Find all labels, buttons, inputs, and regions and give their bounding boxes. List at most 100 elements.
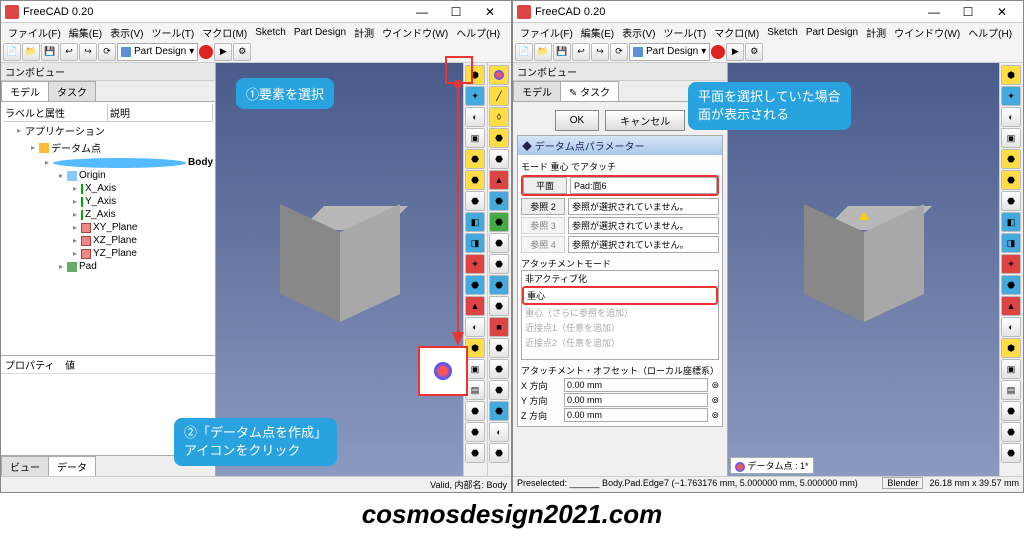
vtool-15[interactable]: ▣ [465,359,485,379]
menu-edit[interactable]: 編集(E) [578,25,617,40]
tree-yz-plane[interactable]: YZ_Plane [73,247,213,260]
x-offset-input[interactable] [564,378,708,392]
vtool2-11[interactable]: ⬣ [489,275,509,295]
menu-measure[interactable]: 計測 [863,25,889,40]
menu-help[interactable]: ヘルプ(H) [453,25,503,40]
record-macro-button[interactable] [199,45,213,59]
tab-task[interactable]: タスク [48,81,96,101]
spinner-icon[interactable]: ⊚ [711,380,719,391]
menu-tools[interactable]: ツール(T) [660,25,709,40]
vtool-10[interactable]: ✦ [1001,254,1021,274]
vtool2-17[interactable]: ⬣ [489,401,509,421]
vtool-4[interactable]: ▣ [1001,128,1021,148]
vtool2-13[interactable]: ■ [489,317,509,337]
minimize-button[interactable]: — [405,1,439,23]
ref4-value[interactable]: 参照が選択されていません。 [568,236,719,253]
vtool-17[interactable]: ⬣ [465,401,485,421]
ref3-button[interactable]: 参照 3 [521,217,565,234]
vtool2-10[interactable]: ⬣ [489,254,509,274]
ref1-button[interactable]: 平面 [523,177,567,194]
menu-sketch[interactable]: Sketch [252,27,289,38]
vtool-9[interactable]: ◨ [1001,233,1021,253]
vtool-1[interactable]: ⬢ [1001,65,1021,85]
vtool2-9[interactable]: ⬣ [489,233,509,253]
mode-inactive[interactable]: 非アクティブ化 [522,271,718,286]
tree-app[interactable]: アプリケーション [17,122,213,139]
menu-file[interactable]: ファイル(F) [517,25,576,40]
vtool2-19[interactable]: ⬣ [489,443,509,463]
undo-button[interactable]: ↩ [572,43,590,61]
menu-macro[interactable]: マクロ(M) [199,25,250,40]
vtool2-6[interactable]: ▲ [489,170,509,190]
vtool-7[interactable]: ⬣ [1001,191,1021,211]
ok-button[interactable]: OK [555,110,599,131]
ref4-button[interactable]: 参照 4 [521,236,565,253]
vtool-15[interactable]: ▣ [1001,359,1021,379]
minimize-button[interactable]: — [917,1,951,23]
vtool-5[interactable]: ⬣ [1001,149,1021,169]
menu-view[interactable]: 表示(V) [619,25,658,40]
3d-viewport[interactable] [216,63,463,476]
menu-partdesign[interactable]: Part Design [291,27,349,38]
attachment-mode-list[interactable]: 非アクティブ化 重心 重心（さらに参照を追加） 近接点1（任意を追加） 近接点2… [521,270,719,360]
save-button[interactable]: 💾 [553,43,571,61]
tree-x-axis[interactable]: X_Axis [73,182,213,195]
mode-proximity2[interactable]: 近接点2（任意を追加） [522,335,718,350]
menu-edit[interactable]: 編集(E) [66,25,105,40]
vtool2-7[interactable]: ⬣ [489,191,509,211]
new-file-button[interactable]: 📄 [3,43,21,61]
menu-help[interactable]: ヘルプ(H) [965,25,1015,40]
open-button[interactable]: 📁 [534,43,552,61]
workbench-selector[interactable]: Part Design ▾ [629,43,710,61]
vtool-14[interactable]: ⬢ [1001,338,1021,358]
tree-origin[interactable]: Origin [59,169,213,182]
menu-view[interactable]: 表示(V) [107,25,146,40]
save-button[interactable]: 💾 [41,43,59,61]
spinner-icon[interactable]: ⊚ [711,395,719,406]
menu-window[interactable]: ウインドウ(W) [379,25,451,40]
maximize-button[interactable]: ☐ [951,1,985,23]
tool-btn-b[interactable]: ⚙ [745,43,763,61]
vtool2-15[interactable]: ⬣ [489,359,509,379]
vtool-16[interactable]: ▤ [1001,380,1021,400]
vtool2-16[interactable]: ⬣ [489,380,509,400]
datum-line-button[interactable]: ╱ [489,86,509,106]
mode-centroid[interactable]: 重心 [522,286,718,305]
vtool-2[interactable]: ✦ [1001,86,1021,106]
undo-button[interactable]: ↩ [60,43,78,61]
redo-button[interactable]: ↪ [591,43,609,61]
refresh-button[interactable]: ⟳ [610,43,628,61]
tool-btn-a[interactable]: ▶ [726,43,744,61]
menu-file[interactable]: ファイル(F) [5,25,64,40]
vtool2-12[interactable]: ⬣ [489,296,509,316]
redo-button[interactable]: ↪ [79,43,97,61]
tab-data[interactable]: データ [48,456,96,476]
vtool-18[interactable]: ⬣ [1001,422,1021,442]
tab-task[interactable]: ✎ タスク [560,81,619,101]
tree-xz-plane[interactable]: XZ_Plane [73,234,213,247]
menu-tools[interactable]: ツール(T) [148,25,197,40]
workbench-selector[interactable]: Part Design ▾ [117,43,198,61]
datum-point-button[interactable] [489,65,509,85]
tree-xy-plane[interactable]: XY_Plane [73,221,213,234]
menu-macro[interactable]: マクロ(M) [711,25,762,40]
tab-model[interactable]: モデル [513,81,561,101]
vtool-17[interactable]: ⬣ [1001,401,1021,421]
vtool-8[interactable]: ◧ [1001,212,1021,232]
ref1-value[interactable]: Pad:面6 [570,177,717,194]
cube-model[interactable] [280,204,400,324]
tree-z-axis[interactable]: Z_Axis [73,208,213,221]
vtool-6[interactable]: ⬣ [1001,170,1021,190]
maximize-button[interactable]: ☐ [439,1,473,23]
vtool2-8[interactable]: ⬣ [489,212,509,232]
ref3-value[interactable]: 参照が選択されていません。 [568,217,719,234]
vtool2-18[interactable]: ◐ [489,422,509,442]
mode-centroid-more[interactable]: 重心（さらに参照を追加） [522,305,718,320]
close-button[interactable]: ✕ [985,1,1019,23]
tab-view[interactable]: ビュー [1,456,49,476]
menu-sketch[interactable]: Sketch [764,27,801,38]
tree-y-axis[interactable]: Y_Axis [73,195,213,208]
open-button[interactable]: 📁 [22,43,40,61]
tab-3d-label[interactable]: データム点 : 1* [730,457,814,474]
vtool-3[interactable]: ◐ [1001,107,1021,127]
